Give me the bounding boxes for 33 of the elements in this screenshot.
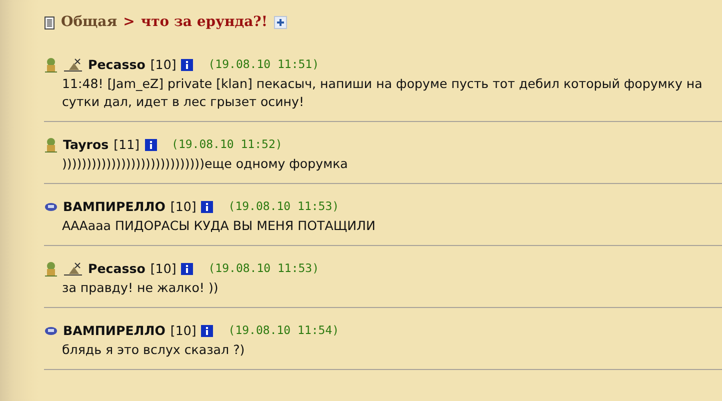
author-name[interactable]: ВАМПИРЕЛЛО <box>63 322 166 340</box>
post-time: (19.08.10 11:52) <box>172 136 282 154</box>
post-time: (19.08.10 11:53) <box>228 198 340 216</box>
message-text: 11:48! [Jam_eZ] private [klan] пекасыч, напиши на форуме пусть тот дебил который форумку на сутки дал, идет в лес грызет осину! <box>61 75 704 111</box>
topic-title: что за ерунда?! <box>140 13 268 32</box>
message-text: за правду! не жалко! )) <box>61 279 220 297</box>
post-time: (19.08.10 11:53) <box>208 260 320 278</box>
info-icon[interactable] <box>201 325 214 337</box>
info-icon[interactable] <box>181 263 194 275</box>
figure-icon <box>44 137 58 153</box>
author-name[interactable]: Tayros <box>63 136 109 154</box>
info-icon[interactable] <box>201 201 214 213</box>
figure-icon <box>44 261 58 277</box>
document-icon <box>44 16 55 30</box>
level-text: [10] <box>150 56 176 74</box>
message-text: блядь я это вслух сказал ?) <box>61 341 246 359</box>
author-name[interactable]: Pecasso <box>88 260 146 278</box>
add-icon[interactable] <box>274 16 287 29</box>
level-text: [10] <box>150 260 176 278</box>
section-link[interactable]: Общая <box>61 12 118 33</box>
author-name[interactable]: ВАМПИРЕЛЛО <box>63 198 166 216</box>
info-icon[interactable] <box>144 139 157 151</box>
figure-icon <box>44 57 58 73</box>
message-text: )))))))))))))))))))))))))))))еще одному форумка <box>61 155 349 173</box>
level-text: [10] <box>170 322 196 340</box>
info-icon[interactable] <box>181 59 194 71</box>
message-text: АААааа ПИДОРАСЫ КУДА ВЫ МЕНЯ ПОТАЩИЛИ <box>61 217 376 235</box>
level-text: [10] <box>170 198 196 216</box>
separator-text: > <box>123 13 135 32</box>
post-time: (19.08.10 11:51) <box>208 56 320 74</box>
post-time: (19.08.10 11:54) <box>228 322 340 340</box>
author-name[interactable]: Pecasso <box>88 56 146 74</box>
level-text: [11] <box>114 136 140 154</box>
